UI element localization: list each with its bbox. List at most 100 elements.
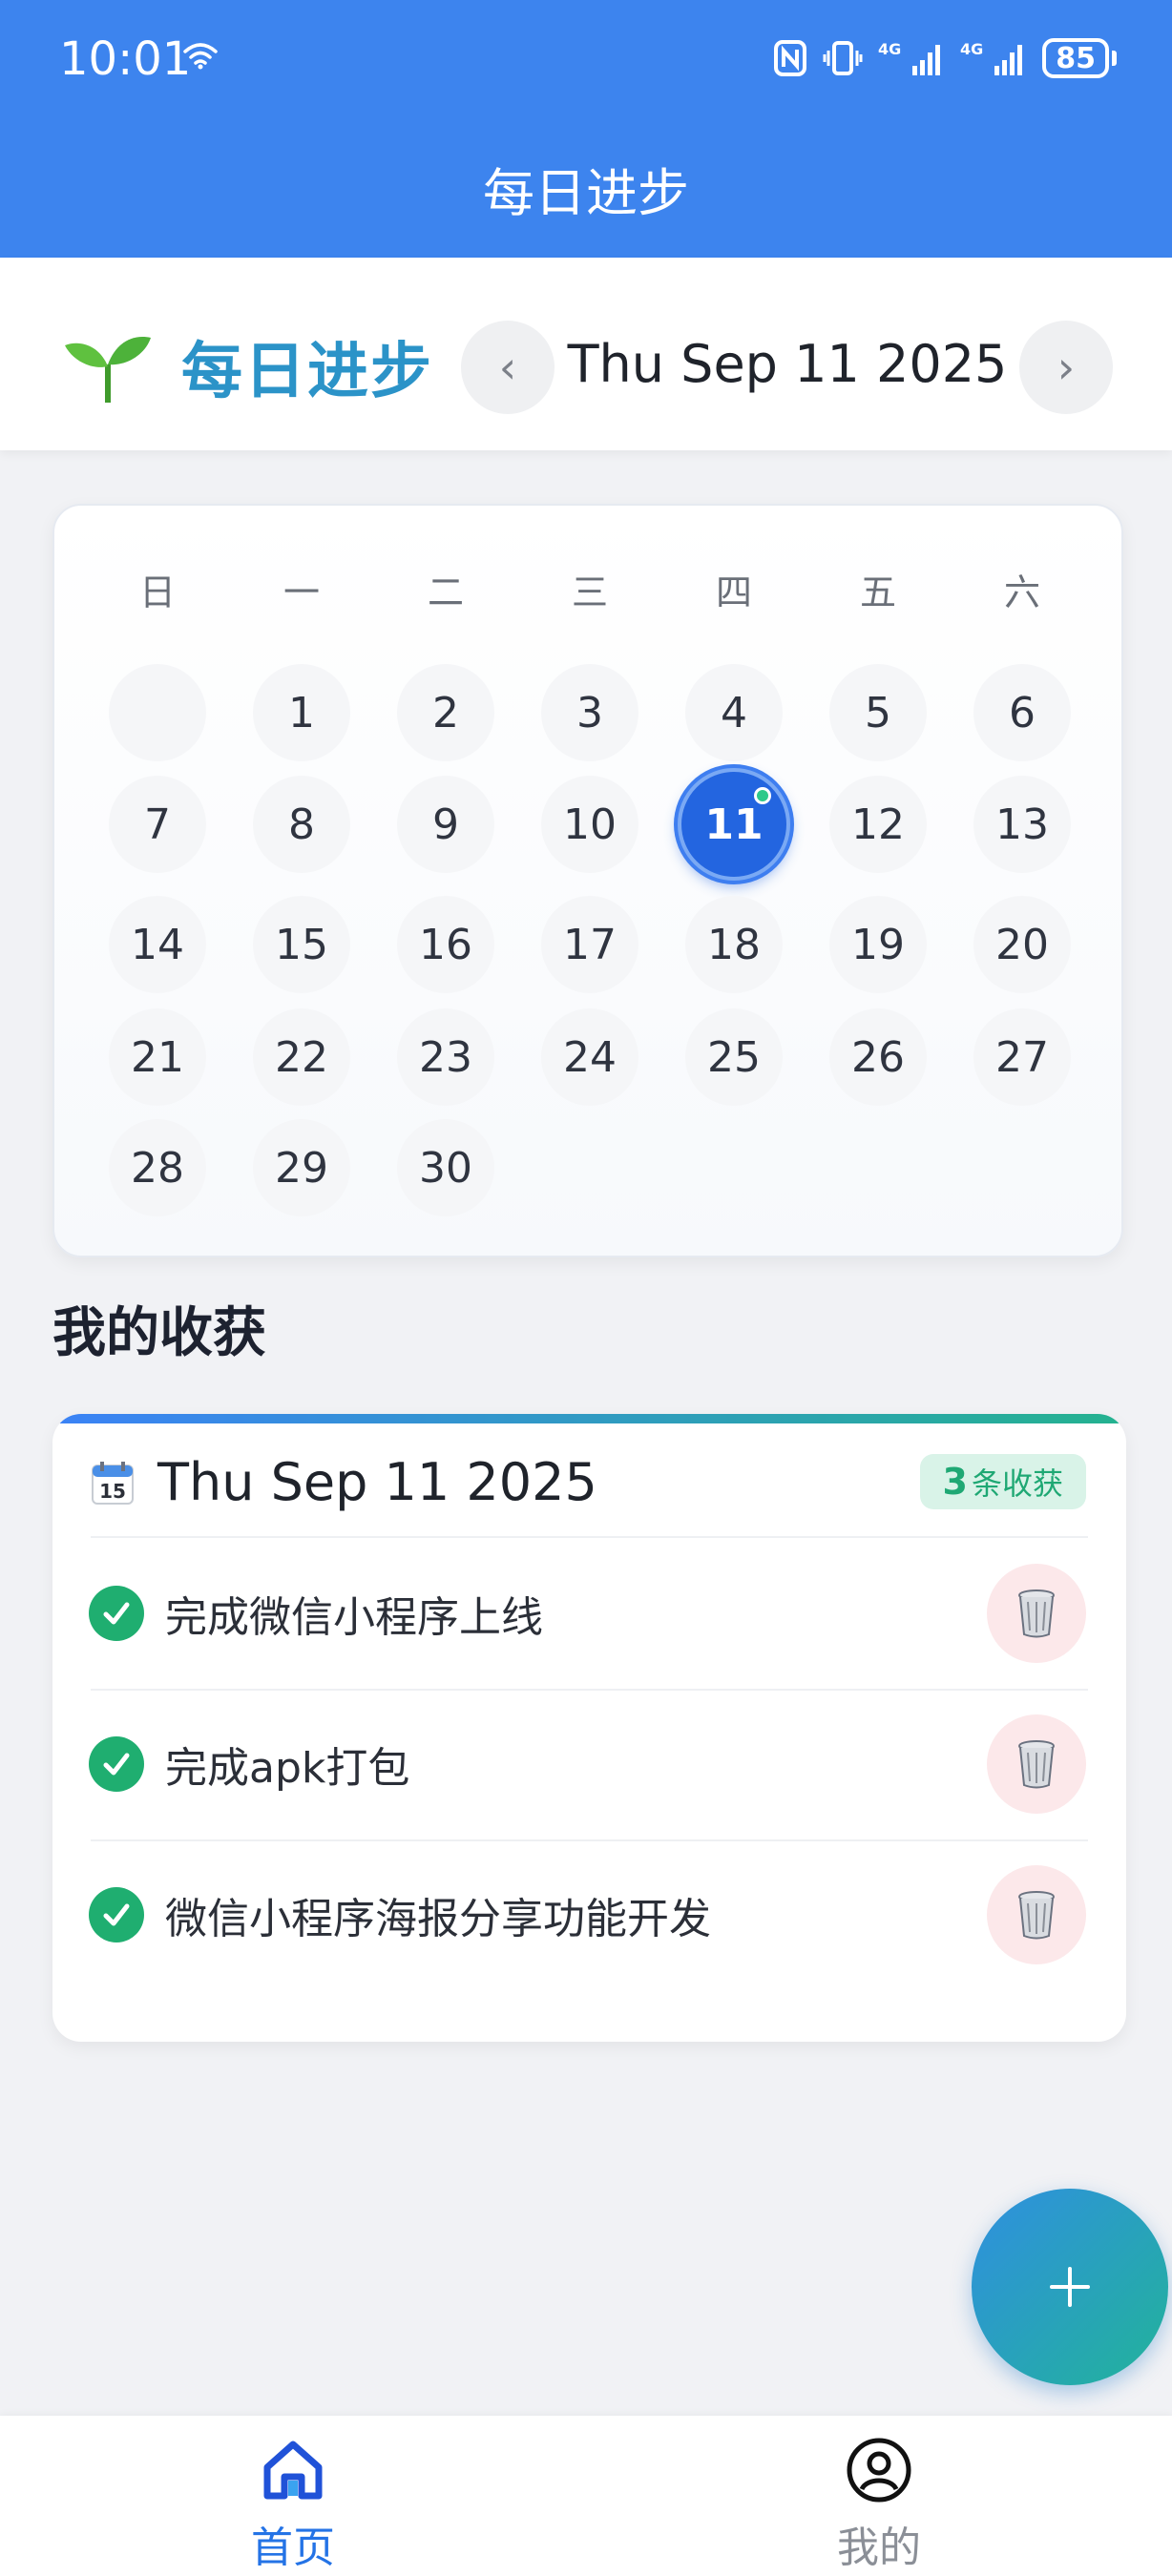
calendar-day[interactable]: 28 <box>109 1119 206 1216</box>
calendar-day-number: 7 <box>144 800 171 849</box>
trash-icon <box>1018 1740 1055 1789</box>
calendar-day[interactable]: 17 <box>541 896 638 993</box>
weekday-header: 三 <box>571 571 608 613</box>
calendar-day-number: 8 <box>288 800 315 849</box>
calendar-day[interactable]: 21 <box>109 1008 206 1106</box>
section-title: 我的收获 <box>52 1302 266 1364</box>
calendar-day-number: 22 <box>275 1032 328 1082</box>
calendar-day[interactable]: 22 <box>253 1008 350 1106</box>
calendar-day[interactable]: 14 <box>109 896 206 993</box>
badge-count: 3 <box>942 1461 968 1503</box>
calendar-day[interactable]: 8 <box>253 776 350 873</box>
calendar-day-number: 23 <box>419 1032 472 1082</box>
weekday-header: 六 <box>1003 571 1040 613</box>
calendar-day[interactable]: 15 <box>253 896 350 993</box>
calendar-day-number: 29 <box>275 1143 328 1193</box>
check-icon <box>89 1586 144 1641</box>
calendar-day[interactable]: 26 <box>829 1008 927 1106</box>
calendar-day-number: 9 <box>432 800 459 849</box>
calendar-day[interactable]: 10 <box>541 776 638 873</box>
calendar-day-selected[interactable]: 11 <box>678 768 790 881</box>
calendar-day[interactable]: 7 <box>109 776 206 873</box>
calendar-day-number: 5 <box>865 688 891 737</box>
calendar-day[interactable]: 20 <box>973 896 1071 993</box>
badge-unit: 条收获 <box>971 1465 1063 1502</box>
weekday-header: 一 <box>283 571 320 613</box>
calendar-day[interactable]: 2 <box>397 664 494 761</box>
calendar-day-number: 20 <box>995 920 1049 969</box>
bottom-nav: 首页 我的 <box>0 2416 1172 2576</box>
tab-me[interactable]: 我的 <box>586 2416 1172 2576</box>
calendar-day-number: 27 <box>995 1032 1049 1082</box>
calendar-day-number: 3 <box>576 688 603 737</box>
calendar-day[interactable]: 3 <box>541 664 638 761</box>
calendar-day-number: 21 <box>131 1032 184 1082</box>
svg-text:4G: 4G <box>960 40 983 58</box>
calendar-empty-cell <box>109 664 206 761</box>
tab-home[interactable]: 首页 <box>0 2416 586 2576</box>
seedling-icon <box>65 337 151 403</box>
calendar-day[interactable]: 9 <box>397 776 494 873</box>
plus-icon <box>1050 2267 1090 2307</box>
calendar-day[interactable]: 25 <box>685 1008 783 1106</box>
delete-button[interactable] <box>987 1714 1086 1814</box>
next-date-button[interactable]: › <box>1019 321 1113 414</box>
calendar-day[interactable]: 18 <box>685 896 783 993</box>
calendar-day-number: 4 <box>721 688 747 737</box>
calendar-day[interactable]: 5 <box>829 664 927 761</box>
app-root: 10:01 4G 4G 85 每日进步 每日进步 ‹ Thu Sep 11 20… <box>0 0 1172 2576</box>
weekday-header: 五 <box>859 571 896 613</box>
calendar-day-number: 13 <box>995 800 1049 849</box>
status-time: 10:01 <box>59 32 192 86</box>
battery-level: 85 <box>1042 38 1109 78</box>
calendar-icon: 15 <box>92 1462 134 1505</box>
calendar-day[interactable]: 4 <box>685 664 783 761</box>
battery-icon: 85 <box>1042 38 1117 78</box>
status-icons: 4G 4G 85 <box>773 34 1117 82</box>
add-harvest-button[interactable] <box>972 2189 1168 2385</box>
calendar-day-number: 12 <box>851 800 905 849</box>
trash-icon <box>1018 1589 1055 1638</box>
check-icon <box>89 1887 144 1942</box>
current-date: Thu Sep 11 2025 <box>567 334 1008 394</box>
signal-icon-2: 4G <box>960 40 1023 75</box>
calendar-day-number: 2 <box>432 688 459 737</box>
calendar-day-number: 1 <box>288 688 315 737</box>
calendar-day-number: 6 <box>1009 688 1036 737</box>
calendar-day-number: 30 <box>419 1143 472 1193</box>
calendar-day-number: 16 <box>419 920 472 969</box>
calendar-day[interactable]: 19 <box>829 896 927 993</box>
calendar-day[interactable]: 1 <box>253 664 350 761</box>
calendar-day-number: 10 <box>563 800 617 849</box>
trash-icon <box>1018 1891 1055 1940</box>
calendar-day[interactable]: 29 <box>253 1119 350 1216</box>
weekday-header: 二 <box>427 571 464 613</box>
svg-text:4G: 4G <box>878 40 901 58</box>
tab-home-label: 首页 <box>251 2524 335 2572</box>
calendar-day[interactable]: 12 <box>829 776 927 873</box>
calendar-day-number: 19 <box>851 920 905 969</box>
delete-button[interactable] <box>987 1865 1086 1964</box>
svg-text:15: 15 <box>99 1480 126 1503</box>
harvest-item: 完成微信小程序上线 <box>52 1538 1126 1689</box>
calendar-card: 日一二三四五六 1 2 3 4 5 6 7 8 9 10 11 12 13 14 15 16 17 18 19 20 21… <box>52 504 1123 1257</box>
calendar-day[interactable]: 24 <box>541 1008 638 1106</box>
delete-button[interactable] <box>987 1564 1086 1663</box>
calendar-day[interactable]: 23 <box>397 1008 494 1106</box>
prev-date-button[interactable]: ‹ <box>461 321 555 414</box>
weekday-header: 日 <box>138 571 176 613</box>
calendar-day[interactable]: 30 <box>397 1119 494 1216</box>
harvest-item-text: 微信小程序海报分享功能开发 <box>165 1895 711 1943</box>
harvest-item: 微信小程序海报分享功能开发 <box>52 1839 1126 1990</box>
harvest-item: 完成apk打包 <box>52 1689 1126 1839</box>
calendar-day[interactable]: 27 <box>973 1008 1071 1106</box>
calendar-day[interactable]: 13 <box>973 776 1071 873</box>
harvest-card: 15 Thu Sep 11 2025 3 条收获 完成微信小程序上线 完成apk打… <box>52 1414 1126 2042</box>
harvest-count-badge: 3 条收获 <box>919 1454 1086 1509</box>
user-circle-icon <box>847 2438 911 2503</box>
calendar-day-number: 14 <box>131 920 184 969</box>
nfc-icon <box>774 40 807 76</box>
calendar-day[interactable]: 16 <box>397 896 494 993</box>
harvest-item-text: 完成apk打包 <box>165 1744 410 1793</box>
calendar-day[interactable]: 6 <box>973 664 1071 761</box>
